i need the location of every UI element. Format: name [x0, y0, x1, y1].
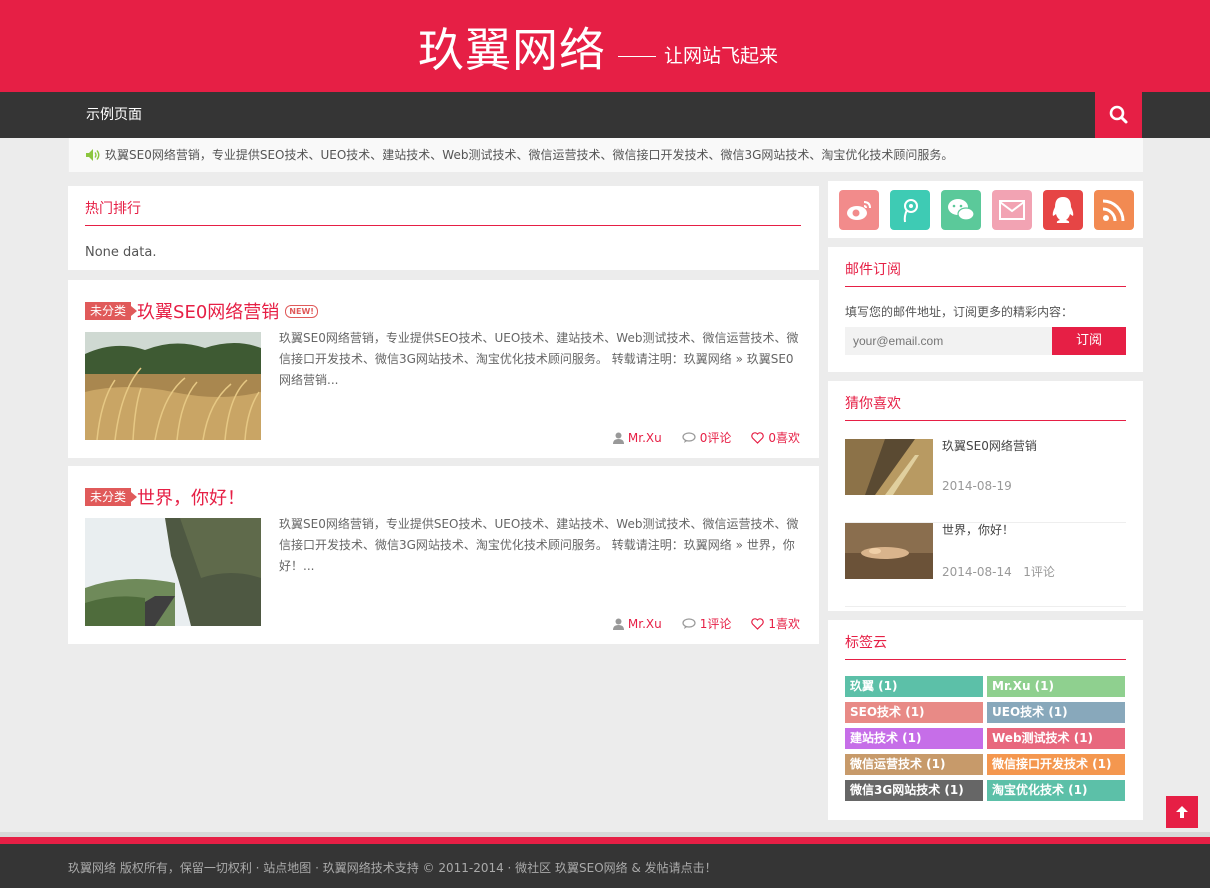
weibo-link[interactable]: [839, 190, 879, 230]
post-meta: Mr.Xu 1评论 1喜欢: [593, 615, 800, 632]
tag-cloud-title: 标签云: [845, 635, 887, 651]
post-likes[interactable]: 0喜欢: [751, 429, 800, 446]
post-author[interactable]: Mr.Xu: [612, 429, 662, 446]
main-nav: 示例页面: [0, 92, 1210, 138]
title-divider: [845, 659, 1126, 660]
subscribe-title: 邮件订阅: [845, 262, 901, 278]
post-thumbnail[interactable]: [85, 518, 261, 626]
heart-icon: [751, 617, 765, 630]
title-divider: [845, 286, 1126, 287]
post-card: 未分类 世界，你好！ 玖翼SE0网络营销，专业提供SEO技术、UEO技术、建站技…: [68, 466, 819, 644]
post-title[interactable]: 玖翼SE0网络营销: [137, 298, 279, 324]
nav-item-sample-page[interactable]: 示例页面: [86, 92, 142, 138]
comment-count: 1评论: [699, 617, 732, 631]
logo-divider: [618, 55, 656, 57]
footer-text: 玖翼网络 版权所有，保留一切权利 · 站点地图 · 玖翼网络技术支持 © 201…: [68, 861, 717, 875]
item-thumbnail[interactable]: [845, 439, 933, 495]
tencent-weibo-link[interactable]: [890, 190, 930, 230]
post-excerpt: 玖翼SE0网络营销，专业提供SEO技术、UEO技术、建站技术、Web测试技术、微…: [279, 517, 799, 573]
user-icon: [612, 618, 624, 630]
category-badge[interactable]: 未分类: [85, 488, 138, 506]
title-divider: [85, 225, 801, 226]
site-slogan: 让网站飞起来: [664, 44, 779, 67]
tag-item[interactable]: Web测试技术 (1): [987, 728, 1125, 749]
social-links: [828, 181, 1143, 238]
like-count: 1喜欢: [768, 617, 800, 631]
email-link[interactable]: [992, 190, 1032, 230]
qq-link[interactable]: [1043, 190, 1083, 230]
recommended-title: 猜你喜欢: [845, 396, 901, 412]
notice-bar: 玖翼SE0网络营销，专业提供SEO技术、UEO技术、建站技术、Web测试技术、微…: [68, 138, 1143, 172]
tag-item[interactable]: 微信运营技术 (1): [845, 754, 983, 775]
tag-item[interactable]: SEO技术 (1): [845, 702, 983, 723]
recommended-panel: 猜你喜欢 玖翼SE0网络营销 2014-08-19 世界，你好！ 2014-08…: [828, 381, 1143, 611]
item-date-value: 2014-08-14: [942, 565, 1012, 579]
email-icon: [999, 200, 1025, 220]
item-date: 2014-08-19: [942, 479, 1012, 493]
post-author[interactable]: Mr.Xu: [612, 615, 662, 632]
like-count: 0喜欢: [768, 431, 800, 445]
item-date: 2014-08-14 1评论: [942, 563, 1055, 580]
post-comments[interactable]: 1评论: [682, 615, 732, 632]
subscribe-tip: 填写您的邮件地址，订阅更多的精彩内容：: [845, 305, 1074, 319]
category-badge[interactable]: 未分类: [85, 302, 138, 320]
list-item: 玖翼SE0网络营销 2014-08-19: [845, 439, 1126, 523]
new-badge: NEW!: [285, 304, 318, 318]
site-title[interactable]: 玖翼网络: [418, 14, 606, 80]
item-title[interactable]: 世界，你好！: [942, 521, 1014, 538]
post-excerpt: 玖翼SE0网络营销，专业提供SEO技术、UEO技术、建站技术、Web测试技术、微…: [279, 331, 799, 387]
post-header: 未分类 世界，你好！: [85, 484, 245, 510]
author-name: Mr.Xu: [627, 430, 662, 445]
item-thumbnail[interactable]: [845, 523, 933, 579]
tag-item[interactable]: Mr.Xu (1): [987, 676, 1125, 697]
item-title[interactable]: 玖翼SE0网络营销: [942, 437, 1037, 454]
tag-cloud-panel: 标签云 玖翼 (1) Mr.Xu (1) SEO技术 (1) UEO技术 (1) 建站技…: [828, 620, 1143, 820]
speaker-icon: [86, 149, 100, 161]
empty-text: None data.: [85, 245, 157, 260]
email-subscribe-panel: 邮件订阅 填写您的邮件地址，订阅更多的精彩内容： 订阅: [828, 247, 1143, 372]
post-comments[interactable]: 0评论: [682, 429, 732, 446]
post-thumbnail[interactable]: [85, 332, 261, 440]
comment-count: 0评论: [699, 431, 732, 445]
email-field[interactable]: [845, 327, 1052, 355]
tag-item[interactable]: 淘宝优化技术 (1): [987, 780, 1125, 801]
list-item: 世界，你好！ 2014-08-14 1评论: [845, 523, 1126, 607]
item-comments: 1评论: [1023, 565, 1055, 579]
user-icon: [612, 432, 624, 444]
tag-item[interactable]: UEO技术 (1): [987, 702, 1125, 723]
wechat-icon: [948, 199, 975, 221]
post-likes[interactable]: 1喜欢: [751, 615, 800, 632]
site-footer: 玖翼网络 版权所有，保留一切权利 · 站点地图 · 玖翼网络技术支持 © 201…: [0, 844, 1210, 888]
wechat-link[interactable]: [941, 190, 981, 230]
search-icon: [1109, 105, 1128, 124]
comment-icon: [682, 431, 696, 443]
hot-ranking-panel: 热门排行 None data.: [68, 186, 819, 270]
post-meta: Mr.Xu 0评论 0喜欢: [593, 429, 800, 446]
comment-icon: [682, 617, 696, 629]
weibo-icon: [847, 201, 871, 220]
post-title[interactable]: 世界，你好！: [137, 484, 245, 510]
notice-text: 玖翼SE0网络营销，专业提供SEO技术、UEO技术、建站技术、Web测试技术、微…: [105, 148, 954, 162]
arrow-up-icon: [1176, 806, 1188, 818]
site-logo[interactable]: 玖翼网络 让网站飞起来: [418, 14, 778, 80]
rss-link[interactable]: [1094, 190, 1134, 230]
footer-accent: [0, 837, 1210, 844]
search-button[interactable]: [1095, 92, 1142, 138]
qq-icon: [1052, 197, 1074, 223]
site-header: 玖翼网络 让网站飞起来: [0, 0, 1210, 92]
tag-item[interactable]: 玖翼 (1): [845, 676, 983, 697]
post-card: 未分类 玖翼SE0网络营销 NEW! 玖翼SE0网络营销，专业提供SEO技术、U…: [68, 280, 819, 458]
hot-ranking-title: 热门排行: [85, 201, 141, 217]
rss-icon: [1102, 199, 1125, 222]
heart-icon: [751, 431, 765, 444]
post-header: 未分类 玖翼SE0网络营销 NEW!: [85, 298, 318, 324]
tag-item[interactable]: 微信接口开发技术 (1): [987, 754, 1125, 775]
back-to-top-button[interactable]: [1166, 796, 1198, 828]
title-divider: [845, 420, 1126, 421]
tag-item[interactable]: 微信3G网站技术 (1): [845, 780, 983, 801]
tag-item[interactable]: 建站技术 (1): [845, 728, 983, 749]
author-name: Mr.Xu: [627, 616, 662, 631]
tencent-weibo-icon: [903, 199, 918, 223]
subscribe-button[interactable]: 订阅: [1052, 327, 1126, 355]
